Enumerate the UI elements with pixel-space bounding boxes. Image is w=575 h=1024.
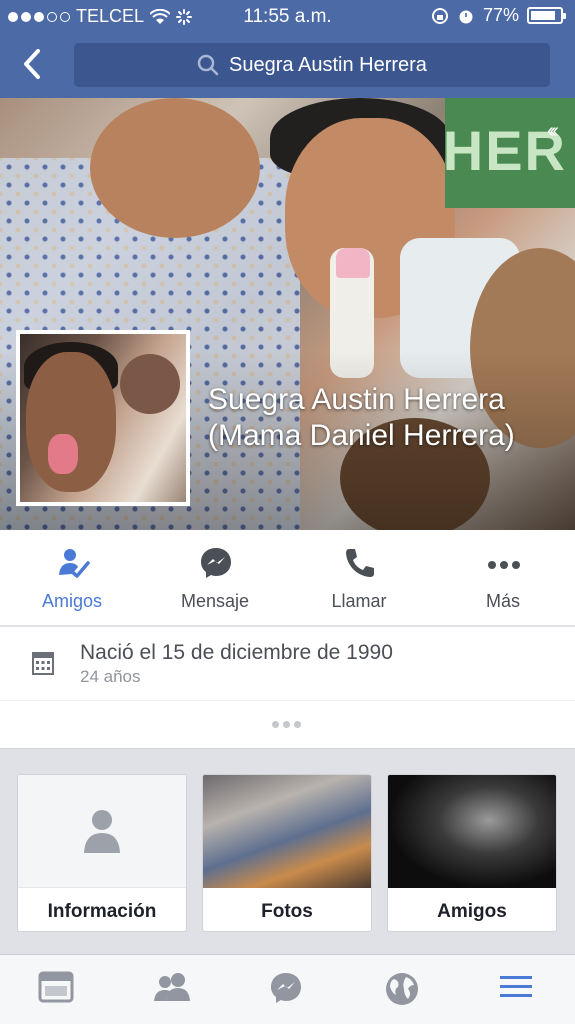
- phone-icon: [346, 549, 374, 577]
- photos-card[interactable]: Fotos: [202, 774, 372, 932]
- info-card-label: Información: [47, 901, 157, 922]
- profile-name: Suegra Austin Herrera (Mama Daniel Herre…: [208, 382, 515, 454]
- friends-check-icon: [59, 549, 90, 578]
- call-button-label: Llamar: [331, 591, 387, 611]
- friends-button[interactable]: Amigos: [0, 530, 144, 626]
- chevron-left-icon: [24, 49, 40, 79]
- more-icon: [488, 561, 520, 569]
- info-card[interactable]: Información: [17, 774, 187, 932]
- age-text: 24 años: [80, 667, 141, 686]
- search-icon: [197, 54, 219, 76]
- photos-card-image: [203, 775, 371, 888]
- tab-news-feed[interactable]: [38, 971, 78, 1007]
- call-button[interactable]: Llamar: [287, 530, 431, 626]
- profile-name-line2: (Mama Daniel Herrera): [208, 419, 515, 452]
- messenger-icon: [201, 548, 231, 578]
- profile-picture[interactable]: [16, 330, 190, 506]
- person-silhouette-icon: [84, 810, 120, 853]
- friends-card[interactable]: Amigos: [387, 774, 557, 932]
- rotation-lock-icon: [431, 7, 448, 24]
- more-button-label: Más: [485, 591, 520, 611]
- notifications-globe-icon: [386, 973, 418, 1005]
- tab-friend-requests[interactable]: [152, 971, 192, 1007]
- alarm-icon: [459, 10, 473, 23]
- profile-action-bar: Amigos Mensaje Llamar Más: [0, 530, 575, 626]
- message-button[interactable]: Mensaje: [143, 530, 287, 626]
- ellipsis-icon: [272, 721, 301, 728]
- profile-cards: Información Fotos Amigos: [0, 750, 575, 954]
- back-button[interactable]: [18, 46, 48, 82]
- tab-messenger[interactable]: [268, 971, 308, 1007]
- birthday-text: Nació el 15 de diciembre de 1990: [80, 641, 393, 664]
- tab-notifications[interactable]: [384, 971, 424, 1007]
- top-header: TELCEL 11:55 a.m. 77% Suegra Austin Herr…: [0, 0, 575, 98]
- tab-menu[interactable]: [498, 971, 538, 1007]
- battery-icon: [527, 7, 566, 24]
- more-button[interactable]: Más: [431, 530, 575, 626]
- info-card-image: [18, 775, 186, 888]
- photos-card-label: Fotos: [261, 901, 313, 922]
- bottom-tab-bar: [0, 954, 575, 1024]
- search-value: Suegra Austin Herrera: [229, 53, 427, 76]
- menu-icon: [500, 976, 532, 997]
- calendar-icon: [32, 652, 54, 675]
- search-field[interactable]: Suegra Austin Herrera: [74, 43, 550, 87]
- battery-percent: 77%: [482, 5, 519, 25]
- see-more-row[interactable]: [0, 701, 575, 749]
- messenger-icon: [271, 973, 301, 1003]
- friends-card-label: Amigos: [437, 901, 507, 922]
- friend-requests-icon: [154, 973, 190, 1001]
- birthday-row: Nació el 15 de diciembre de 1990 24 años: [0, 627, 575, 701]
- news-feed-icon: [38, 971, 74, 1003]
- friends-button-label: Amigos: [41, 591, 103, 611]
- status-bar: TELCEL 11:55 a.m. 77%: [0, 0, 575, 32]
- collapse-arrows-icon[interactable]: ‹‹‹: [547, 120, 559, 143]
- profile-name-line1: Suegra Austin Herrera: [208, 383, 505, 416]
- friends-card-image: [388, 775, 556, 888]
- message-button-label: Mensaje: [180, 591, 250, 611]
